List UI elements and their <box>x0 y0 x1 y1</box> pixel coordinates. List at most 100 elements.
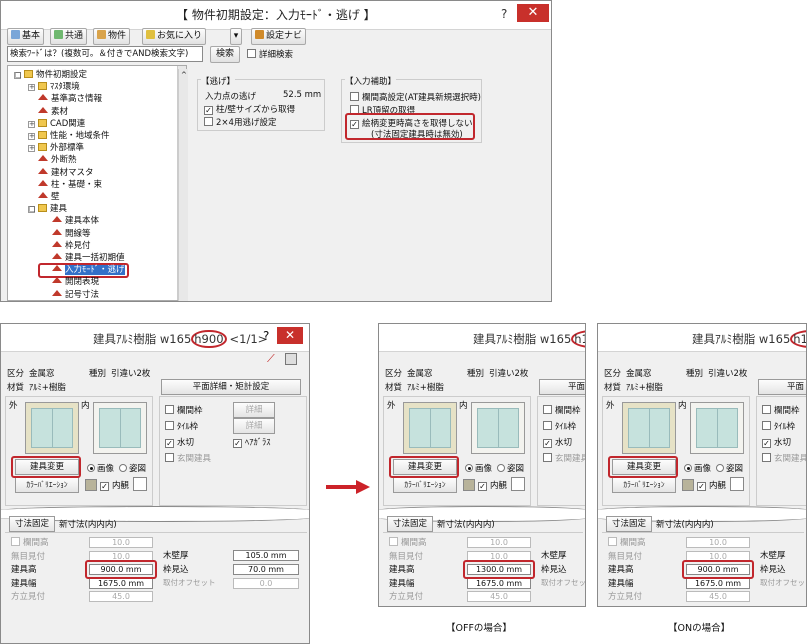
tree-item[interactable]: 基準高さ情報 <box>28 94 102 105</box>
tree-item[interactable]: 建材マスタ <box>28 167 94 179</box>
color-variation-button[interactable]: ｶﾗｰﾊﾞﾘｴｰｼｮﾝ <box>15 477 79 493</box>
expand-icon[interactable]: + <box>28 145 35 153</box>
window-dialog-off: 建具ｱﾙﾐ樹脂 w165h1300 区分金属窓 種別引違い2枚材質 ｱﾙﾐ+樹脂 平面外… <box>378 323 586 607</box>
view-radio-group[interactable]: 画像 姿図 <box>682 462 743 474</box>
expand-icon[interactable]: □ <box>28 206 36 214</box>
favorites-button[interactable]: お気に入り <box>142 28 207 45</box>
mizukiri-checkbox[interactable]: ✓ 水切 <box>762 436 791 448</box>
outside-label: 外 <box>606 401 615 411</box>
tree-outer-scrollbar[interactable]: ^ <box>178 69 188 301</box>
hou-label: 方立見付 <box>389 592 424 602</box>
width-field[interactable]: 1675.0 mm <box>686 577 750 589</box>
plan-detail-button[interactable]: 平面 <box>539 379 585 395</box>
plan-detail-button[interactable]: 平面詳細・矩計設定 <box>161 379 301 395</box>
tree-item[interactable]: + CAD関連 <box>28 118 85 130</box>
basic-tab[interactable]: 基本 <box>7 28 45 45</box>
tree-item[interactable]: 素材 <box>28 106 68 118</box>
tab-new[interactable]: 新寸法(内内内) <box>59 518 117 530</box>
width-field[interactable]: 1675.0 mm <box>467 577 531 589</box>
help-button[interactable]: ? <box>501 7 507 21</box>
tree-item[interactable]: + 外部標準 <box>28 143 84 154</box>
tree-item[interactable]: □ 物件初期設定 <box>14 70 87 81</box>
color-variation-button[interactable]: ｶﾗｰﾊﾞﾘｴｰｼｮﾝ <box>612 477 676 493</box>
naikan-checkbox[interactable]: ✓ 内観 <box>100 479 129 491</box>
ranma-checkbox[interactable]: 欄間枠 <box>165 404 203 416</box>
genkan-checkbox[interactable]: 玄関建具 <box>165 452 211 464</box>
settings-icon[interactable] <box>285 353 297 365</box>
color-swatch[interactable] <box>682 479 694 491</box>
kubun-value: 金属窓 <box>29 369 55 379</box>
width-field[interactable]: 1675.0 mm <box>89 577 153 589</box>
wall-field[interactable]: 105.0 mm <box>233 550 299 561</box>
tab-fixed[interactable]: 寸法固定 <box>606 516 652 532</box>
close-button[interactable]: ✕ <box>517 4 549 22</box>
expand-icon[interactable]: + <box>28 84 35 92</box>
tile-checkbox[interactable]: ﾀｲﾙ枠 <box>165 420 198 432</box>
ranma-checkbox[interactable]: 欄間枠 <box>762 404 800 416</box>
settings-navi-button[interactable]: 設定ナビ <box>251 28 307 45</box>
tile-checkbox[interactable]: ﾀｲﾙ枠 <box>762 420 795 432</box>
pillar-wall-checkbox[interactable]: ✓ 柱/壁サイズから取得 <box>204 103 295 115</box>
tab-fixed[interactable]: 寸法固定 <box>387 516 433 532</box>
favorites-dropdown[interactable]: ▾ <box>230 28 242 45</box>
tree-item[interactable]: 外断熱 <box>28 155 77 166</box>
pair-glass-checkbox[interactable]: ✓ ﾍｱｶﾞﾗｽ <box>233 436 271 448</box>
kubun-label: 区分 <box>7 369 25 379</box>
ranma-height-checkbox[interactable]: 欄間高設定(AT建具新規選択時) <box>350 91 481 103</box>
naikan-checkbox[interactable]: ✓ 内観 <box>478 479 507 491</box>
edit-icon[interactable]: ⟋ <box>267 352 275 366</box>
naikan-swatch[interactable] <box>133 477 147 491</box>
tab-new[interactable]: 新寸法(内内内) <box>437 518 495 530</box>
tree-item[interactable]: 記号寸法 <box>42 289 99 300</box>
search-input[interactable]: 検索ﾜｰﾄﾞは？(複数可。＆付きでAND検索文字) <box>7 46 203 62</box>
expand-icon[interactable]: + <box>28 120 35 128</box>
tree-item[interactable]: 開閉表現 <box>42 277 99 288</box>
hou-field[interactable]: 45.0 <box>686 591 750 602</box>
tree-item[interactable]: + 性能・地域条件 <box>28 131 110 142</box>
tree-item[interactable]: 枠見付 <box>42 240 91 252</box>
naikan-checkbox[interactable]: ✓ 内観 <box>697 479 726 491</box>
color-variation-button[interactable]: ｶﾗｰﾊﾞﾘｴｰｼｮﾝ <box>393 477 457 493</box>
tab-fixed[interactable]: 寸法固定 <box>9 516 55 532</box>
tile-checkbox[interactable]: ﾀｲﾙ枠 <box>543 420 576 432</box>
close-button[interactable]: ✕ <box>277 327 303 344</box>
width-label: 建具幅 <box>608 578 634 589</box>
view-radio-group[interactable]: 画像 姿図 <box>85 462 146 474</box>
color-swatch[interactable] <box>85 479 97 491</box>
color-swatch[interactable] <box>463 479 475 491</box>
tree-item[interactable]: 壁 <box>28 192 60 203</box>
view-radio-group[interactable]: 画像 姿図 <box>463 462 524 474</box>
detail-button-2[interactable]: 詳細 <box>233 418 275 434</box>
tab-new[interactable]: 新寸法(内内内) <box>656 518 714 530</box>
tree-item[interactable]: 建具本体 <box>42 216 99 227</box>
frame-field[interactable]: 70.0 mm <box>233 564 299 575</box>
tree-item[interactable]: 入力ﾓｰﾄﾞ・逃げ <box>38 263 129 279</box>
hou-field[interactable]: 45.0 <box>89 591 153 602</box>
genkan-checkbox[interactable]: 玄関建具 <box>762 452 806 464</box>
detail-button-1[interactable]: 詳細 <box>233 402 275 418</box>
property-tab[interactable]: 物件 <box>93 28 131 45</box>
ranma-field[interactable]: 10.0 <box>89 537 153 548</box>
2x4-checkbox[interactable]: 2×4用逃げ設定 <box>204 116 276 128</box>
offset-field[interactable]: 0.0 <box>233 578 299 589</box>
ranma-checkbox[interactable]: 欄間枠 <box>543 404 581 416</box>
naikan-swatch[interactable] <box>511 477 525 491</box>
ranma-field[interactable]: 10.0 <box>467 537 531 548</box>
naikan-swatch[interactable] <box>730 477 744 491</box>
mizukiri-checkbox[interactable]: ✓ 水切 <box>165 436 194 448</box>
search-button[interactable]: 検索 <box>210 46 240 63</box>
expand-icon[interactable]: □ <box>14 72 22 79</box>
common-tab[interactable]: 共通 <box>50 28 88 45</box>
ranma-field[interactable]: 10.0 <box>686 537 750 548</box>
plan-detail-button[interactable]: 平面 <box>758 379 806 395</box>
mizukiri-checkbox[interactable]: ✓ 水切 <box>543 436 572 448</box>
help-button[interactable]: ? <box>263 329 269 343</box>
detail-search-checkbox[interactable]: 詳細検索 <box>247 48 293 60</box>
expand-icon[interactable]: + <box>28 133 35 140</box>
genkan-checkbox[interactable]: 玄関建具 <box>543 452 585 464</box>
tree-item[interactable]: 柱・基礎・束 <box>28 179 102 191</box>
tree-item[interactable]: + ﾏｽﾀ環境 <box>28 82 80 93</box>
hou-field[interactable]: 45.0 <box>467 591 531 602</box>
tree-item[interactable]: 開線等 <box>42 228 91 240</box>
tree-item[interactable]: □ 建具 <box>28 204 67 215</box>
